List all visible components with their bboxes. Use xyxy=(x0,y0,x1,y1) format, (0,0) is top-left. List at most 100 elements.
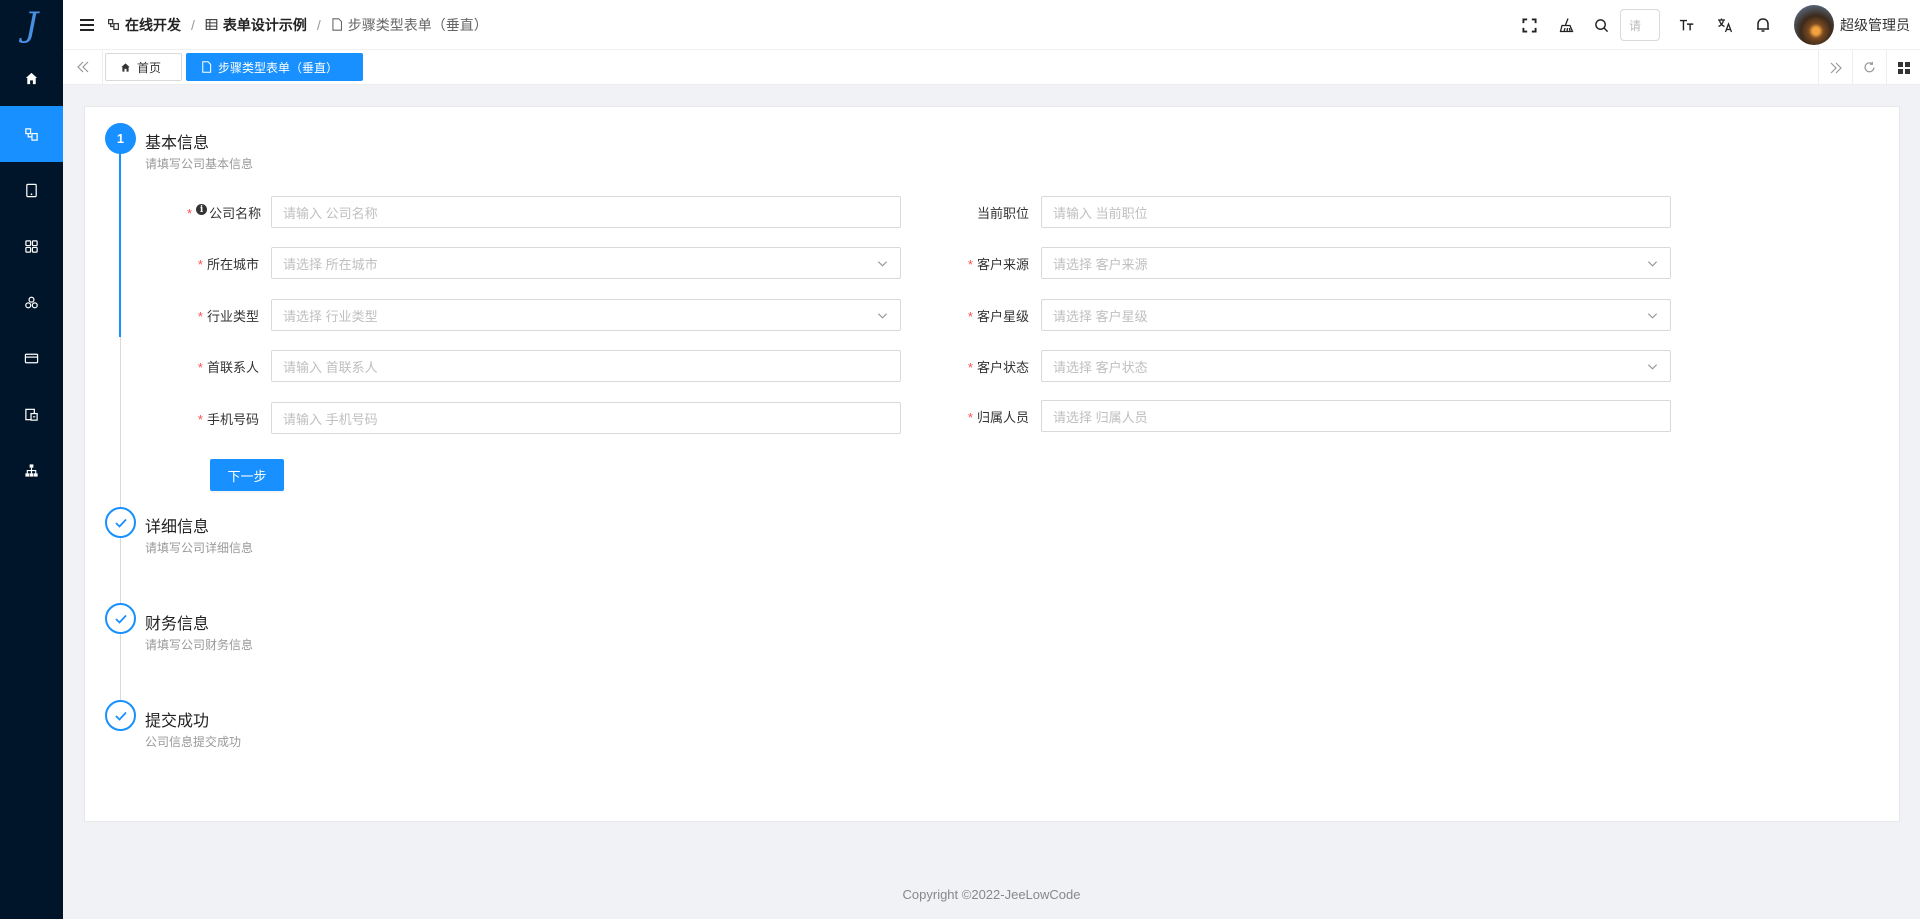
table-icon xyxy=(205,19,218,30)
font-size-button[interactable] xyxy=(1668,0,1706,50)
sidebar-item-card[interactable] xyxy=(0,330,63,386)
sidebar-item-report[interactable] xyxy=(0,386,63,442)
breadcrumb-item-online-dev[interactable]: 在线开发 xyxy=(107,15,181,35)
breadcrumb-label: 步骤类型表单（垂直） xyxy=(347,16,488,33)
position-input[interactable]: 请输入 当前职位 xyxy=(1041,196,1671,228)
select-placeholder: 请选择 客户状态 xyxy=(1053,359,1148,375)
next-step-button[interactable]: 下一步 xyxy=(210,459,284,491)
contact-input[interactable]: 请输入 首联系人 xyxy=(271,350,901,382)
step-1-title: 基本信息 xyxy=(145,135,210,152)
owner-label: * 归属人员 xyxy=(967,409,1029,425)
file-icon xyxy=(202,61,212,73)
breadcrumb: 在线开发 / 表单设计示例 / 步骤类型表单（垂直） xyxy=(107,15,488,35)
sidebar-item-tablet[interactable] xyxy=(0,162,63,218)
city-select[interactable]: 请选择 所在城市 xyxy=(271,247,901,279)
form-item-source: * 客户来源 请选择 客户来源 xyxy=(957,247,1671,279)
double-left-icon xyxy=(76,61,88,73)
industry-select[interactable]: 请选择 行业类型 xyxy=(271,299,901,331)
chevron-down-icon xyxy=(877,261,888,267)
check-icon xyxy=(114,614,127,624)
tab-home[interactable]: 首页 xyxy=(105,53,183,81)
select-placeholder: 请选择 所在城市 xyxy=(283,256,378,272)
sidebar-item-home[interactable] xyxy=(0,50,63,106)
step-4-icon xyxy=(105,700,136,731)
owner-picker[interactable]: 请选择 归属人员 xyxy=(1041,400,1671,432)
breadcrumb-separator: / xyxy=(316,16,321,33)
language-button[interactable] xyxy=(1706,0,1744,50)
online-dev-icon xyxy=(25,127,38,141)
chevron-down-icon xyxy=(1647,313,1658,319)
tablet-icon xyxy=(26,183,37,197)
status-select[interactable]: 请选择 客户状态 xyxy=(1041,350,1671,382)
fullscreen-button[interactable] xyxy=(1510,0,1548,50)
content-card: 1 基本信息 请填写公司基本信息 详细信息 请填写公司详细信息 财务信息 请填写… xyxy=(84,106,1900,822)
phone-input[interactable]: 请输入 手机号码 xyxy=(271,402,901,434)
notifications-button[interactable] xyxy=(1744,0,1782,50)
industry-label: * 行业类型 xyxy=(197,308,259,324)
grid-icon xyxy=(1897,61,1910,74)
fullscreen-icon xyxy=(1521,17,1537,33)
tab-label: 首页 xyxy=(137,60,162,75)
header-actions: 请 超级管理员 xyxy=(1510,0,1920,50)
org-chart-icon xyxy=(25,463,38,477)
step-1-icon: 1 xyxy=(105,123,136,154)
clear-cache-button[interactable] xyxy=(1548,0,1586,50)
select-placeholder: 请选择 客户来源 xyxy=(1053,256,1148,272)
logo[interactable]: J xyxy=(0,0,63,50)
breadcrumb-item-form-design[interactable]: 表单设计示例 xyxy=(205,15,307,35)
step-4-title: 提交成功 xyxy=(145,713,210,730)
form-item-contact: * 首联系人 请输入 首联系人 xyxy=(187,350,901,382)
step-connector xyxy=(119,154,121,337)
step-3-title: 财务信息 xyxy=(145,616,210,633)
step-1-desc: 请填写公司基本信息 xyxy=(145,157,254,171)
status-label: * 客户状态 xyxy=(967,359,1029,375)
step-4-desc: 公司信息提交成功 xyxy=(145,735,242,749)
sidebar-item-components[interactable] xyxy=(0,274,63,330)
home-icon xyxy=(121,62,130,72)
footer-copyright: Copyright ©2022-JeeLowCode xyxy=(902,887,1081,902)
form-item-company-name: * i 公司名称 请输入 公司名称 xyxy=(187,196,901,228)
search-input[interactable]: 请 xyxy=(1620,9,1660,41)
search-icon xyxy=(1594,18,1608,32)
step-3-icon xyxy=(105,603,136,634)
tabs-scroll-left-button[interactable] xyxy=(63,49,103,85)
step-3-desc: 请填写公司财务信息 xyxy=(145,638,254,652)
sidebar-item-online-dev[interactable] xyxy=(0,106,63,162)
step-2-desc: 请填写公司详细信息 xyxy=(145,541,254,555)
logo-mark: J xyxy=(24,5,39,45)
check-icon xyxy=(114,518,127,528)
sidebar-item-apps[interactable] xyxy=(0,218,63,274)
search-button[interactable] xyxy=(1586,0,1616,50)
position-label: 当前职位 xyxy=(976,205,1029,221)
home-icon xyxy=(25,72,38,84)
info-icon[interactable]: i xyxy=(196,204,208,215)
company-name-input[interactable]: 请输入 公司名称 xyxy=(271,196,901,228)
tabs-scroll-right-button[interactable] xyxy=(1818,50,1852,85)
apps-icon xyxy=(25,239,38,253)
tab-menu-button[interactable] xyxy=(1886,50,1920,85)
double-right-icon xyxy=(1830,62,1842,73)
tab-label: 步骤类型表单（垂直） xyxy=(218,60,339,75)
phone-label: * 手机号码 xyxy=(197,411,259,427)
select-placeholder: 请选择 行业类型 xyxy=(283,308,378,324)
tab-step-form[interactable]: 步骤类型表单（垂直） xyxy=(186,53,364,81)
step-connector xyxy=(120,337,121,507)
source-select[interactable]: 请选择 客户来源 xyxy=(1041,247,1671,279)
refresh-tab-button[interactable] xyxy=(1852,50,1886,85)
broom-icon xyxy=(1559,18,1574,33)
file-icon xyxy=(332,18,342,31)
font-size-icon xyxy=(1679,19,1694,31)
breadcrumb-separator: / xyxy=(191,16,195,33)
rating-select[interactable]: 请选择 客户星级 xyxy=(1041,299,1671,331)
step-2-icon xyxy=(105,507,136,538)
report-icon xyxy=(25,408,38,421)
translate-icon xyxy=(1718,18,1733,33)
sidebar-item-org[interactable] xyxy=(0,442,63,498)
refresh-icon xyxy=(1864,61,1875,73)
form-item-owner: * 归属人员 请选择 归属人员 xyxy=(957,400,1671,432)
card-icon xyxy=(24,353,39,363)
form-item-phone: * 手机号码 请输入 手机号码 xyxy=(187,402,901,434)
user-menu[interactable]: 超级管理员 xyxy=(1794,5,1910,45)
form-item-status: * 客户状态 请选择 客户状态 xyxy=(957,350,1671,382)
menu-toggle-button[interactable] xyxy=(67,0,107,50)
